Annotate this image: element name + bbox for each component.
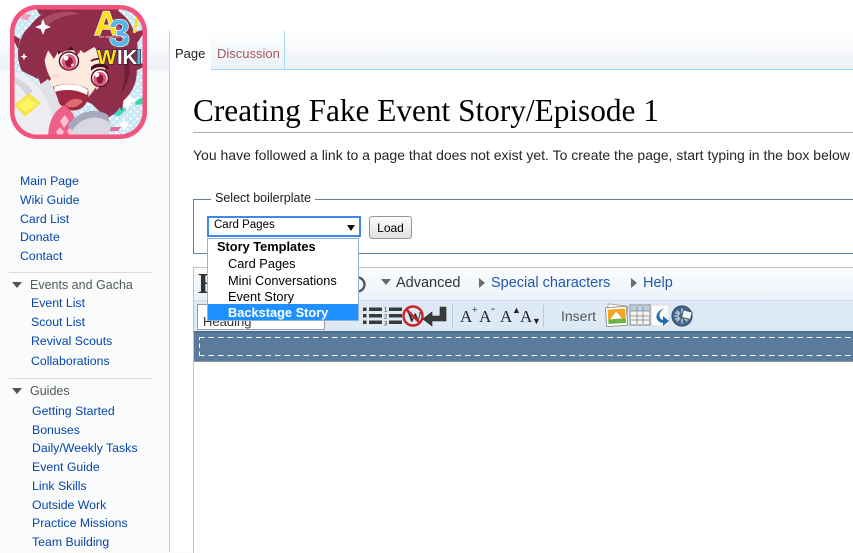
svg-text:2: 2 xyxy=(384,315,388,321)
svg-text:▼: ▼ xyxy=(532,316,541,326)
svg-text:-: - xyxy=(491,303,495,315)
svg-text:I: I xyxy=(117,46,122,69)
svg-text:W: W xyxy=(97,46,117,69)
svg-text:I: I xyxy=(136,46,141,69)
svg-text:1: 1 xyxy=(384,308,388,314)
svg-text:+: + xyxy=(472,305,478,316)
svg-text:ACT ADDICT ACTORS: ACT ADDICT ACTORS xyxy=(99,35,127,39)
svg-text:Insert: Insert xyxy=(561,308,596,324)
svg-text:3: 3 xyxy=(384,322,388,328)
